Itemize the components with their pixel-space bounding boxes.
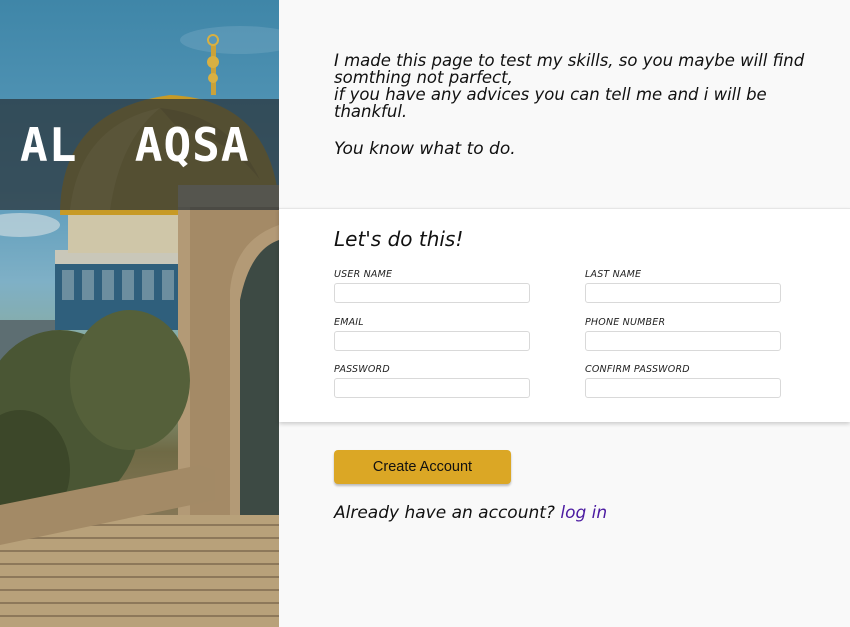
login-link[interactable]: log in <box>560 503 607 523</box>
user-name-label: USER NAME <box>334 269 393 280</box>
email-input[interactable] <box>334 331 530 351</box>
intro-line-3: if you have any advices you can tell me … <box>334 85 767 121</box>
email-field: EMAIL <box>334 317 530 351</box>
dome-of-the-rock-illustration <box>0 26 279 627</box>
intro-line-2: somthing not parfect, <box>334 68 513 87</box>
intro-text: I made this page to test my skills, so y… <box>334 52 834 158</box>
confirm-password-field: CONFIRM PASSWORD <box>585 364 781 398</box>
password-label: PASSWORD <box>334 364 390 375</box>
last-name-input[interactable] <box>585 283 781 303</box>
create-account-button[interactable]: Create Account <box>334 450 511 484</box>
password-input[interactable] <box>334 378 530 398</box>
login-prompt: Already have an account? log in <box>334 503 607 523</box>
phone-number-label: PHONE NUMBER <box>585 317 666 328</box>
hero-title: AL AQSA <box>20 118 250 172</box>
user-name-field: USER NAME <box>334 269 530 303</box>
confirm-password-label: CONFIRM PASSWORD <box>585 364 690 375</box>
confirm-password-input[interactable] <box>585 378 781 398</box>
login-prompt-text: Already have an account? <box>334 503 555 523</box>
form-heading: Let's do this! <box>334 227 464 251</box>
email-label: EMAIL <box>334 317 364 328</box>
signup-form-card: Let's do this! USER NAME LAST NAME EMAIL… <box>279 208 850 422</box>
last-name-field: LAST NAME <box>585 269 781 303</box>
intro-line-1: I made this page to test my skills, so y… <box>334 51 805 70</box>
last-name-label: LAST NAME <box>585 269 642 280</box>
phone-number-field: PHONE NUMBER <box>585 317 781 351</box>
phone-number-input[interactable] <box>585 331 781 351</box>
hero-image: AL AQSA <box>0 0 279 627</box>
user-name-input[interactable] <box>334 283 530 303</box>
password-field: PASSWORD <box>334 364 530 398</box>
intro-line-4: You know what to do. <box>334 139 516 159</box>
